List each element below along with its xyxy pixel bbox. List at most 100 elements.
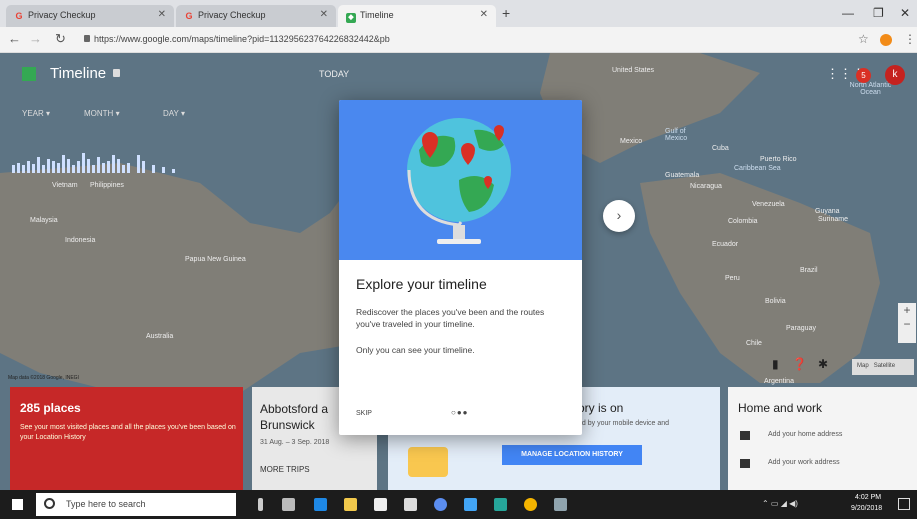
more-trips-link[interactable]: MORE TRIPS [260,465,310,474]
browser-tab-strip: G Privacy Checkup ✕ G Privacy Checkup ✕ ◆ T… [0,0,917,27]
map-label: Chile [746,340,762,347]
restore-icon[interactable]: ❐ [873,6,884,20]
reload-icon[interactable]: ↻ [55,31,66,47]
search-icon [44,498,55,509]
map-label: Colombia [728,218,758,225]
map-label: Puerto Rico [760,156,797,163]
file-explorer-icon[interactable] [344,498,357,511]
taskbar-search[interactable]: Type here to search [36,493,236,516]
task-view-icon[interactable] [282,498,295,511]
map-option[interactable]: Map [857,363,869,369]
avatar[interactable]: k [885,65,905,85]
day-label: DAY [163,109,179,118]
address-bar[interactable]: https://www.google.com/maps/timeline?pid… [84,31,844,49]
map-label: Mexico [620,138,643,145]
photos-icon[interactable] [464,498,477,511]
mail-icon[interactable] [404,498,417,511]
chevron-down-icon: ▾ [46,109,51,118]
places-description: See your most visited places and all the… [20,424,236,441]
history-subtitle: ed by your mobile device and [578,420,670,427]
help-icon[interactable]: ❓ [792,357,807,371]
window-close-icon[interactable]: ✕ [900,6,910,20]
today-button[interactable]: TODAY [319,69,349,79]
trip-dates: 31 Aug. – 3 Sep. 2018 [260,439,330,446]
tab-title: Privacy Checkup [198,10,266,20]
satellite-option[interactable]: Satellite [874,363,895,369]
new-tab-button[interactable]: + [502,5,510,21]
chevron-down-icon: ▾ [115,109,120,118]
bookmark-star-icon[interactable]: ☆ [858,32,869,46]
dialog-body: Rediscover the places you've been and th… [356,307,545,329]
chevron-down-icon: ▾ [180,109,185,118]
map-label: Ecuador [712,241,739,248]
home-work-title: Home and work [738,401,823,415]
action-center-icon[interactable] [898,498,910,510]
tab-privacy-checkup-1[interactable]: G Privacy Checkup ✕ [6,5,174,27]
page-indicator: ○●● [451,408,469,417]
app-icon[interactable] [434,498,447,511]
zoom-in-icon[interactable]: + [898,303,916,317]
map-label: United States [612,67,655,74]
map-type-toggle[interactable]: Map Satellite [852,359,914,375]
notification-badge[interactable]: 5 [856,68,871,83]
next-arrow-button[interactable]: › [603,200,635,232]
store-icon[interactable] [374,498,387,511]
app-icon-2[interactable] [494,498,507,511]
map-label: North Atlantic Ocean [849,82,892,96]
edge-icon[interactable] [314,498,327,511]
zoom-out-icon[interactable]: − [898,317,916,331]
windows-taskbar: Type here to search ⌃ ▭ ◢ ◀) 4:02 PM 9/2… [0,490,917,519]
places-card[interactable]: 285 places See your most visited places … [10,387,243,490]
close-icon[interactable]: ✕ [480,9,488,20]
chevron-right-icon: › [616,207,622,223]
home-icon [740,431,750,440]
tab-title: Privacy Checkup [28,10,96,20]
browser-menu-icon[interactable]: ⋮ [904,32,916,46]
microphone-icon[interactable] [258,498,263,511]
activity-histogram[interactable] [12,147,202,173]
extension-icon[interactable] [880,34,892,46]
home-address-link[interactable]: Add your home address [768,431,842,438]
lock-icon [84,35,90,42]
clock-date[interactable]: 9/20/2018 [851,505,882,512]
zoom-control[interactable]: + − [898,303,916,343]
map-label: Caribbean Sea [734,165,781,172]
map-label: Venezuela [752,201,785,208]
map-attribution: Map data ©2018 Google, INEGI [8,375,79,381]
trash-icon[interactable]: ▮ [772,357,779,371]
close-icon[interactable]: ✕ [320,9,328,20]
map-label: Guyana [815,208,840,215]
google-icon: G [185,11,193,21]
gear-icon[interactable]: ✱ [818,357,828,371]
day-dropdown[interactable]: DAY ▾ [163,109,185,118]
month-dropdown[interactable]: MONTH ▾ [84,109,120,118]
camera-illustration [408,447,448,477]
minimize-icon[interactable]: — [842,6,854,20]
close-icon[interactable]: ✕ [158,9,166,20]
year-dropdown[interactable]: YEAR ▾ [22,109,50,118]
windows-start-icon[interactable] [12,499,23,510]
manage-location-history-button[interactable]: MANAGE LOCATION HISTORY [502,445,642,465]
map-label: Papua New Guinea [185,256,246,263]
google-icon: G [15,11,23,21]
dialog-title: Explore your timeline [356,276,487,292]
work-address-link[interactable]: Add your work address [768,459,840,466]
system-tray-icons[interactable]: ⌃ ▭ ◢ ◀) [762,499,798,508]
map-label: Argentina [764,378,794,385]
paint-icon[interactable] [554,498,567,511]
map-label: Peru [725,275,740,282]
skip-button[interactable]: SKIP [356,410,372,417]
map-tools: ▮ ❓ ✱ [772,357,842,377]
forward-icon[interactable]: → [29,31,42,46]
map-label: Australia [146,333,174,340]
map-label: Brazil [800,267,818,274]
back-icon[interactable]: ← [8,31,21,46]
tab-privacy-checkup-2[interactable]: G Privacy Checkup ✕ [176,5,336,27]
year-label: YEAR [22,109,44,118]
map-label: Malaysia [30,217,58,224]
chrome-icon[interactable] [524,498,537,511]
timeline-panel: Timeline TODAY YEAR ▾ MONTH ▾ DAY ▾ [8,57,364,197]
dialog-hero [339,100,582,260]
clock-time[interactable]: 4:02 PM [855,494,881,501]
tab-timeline[interactable]: ◆ Timeline ✕ [338,5,496,27]
